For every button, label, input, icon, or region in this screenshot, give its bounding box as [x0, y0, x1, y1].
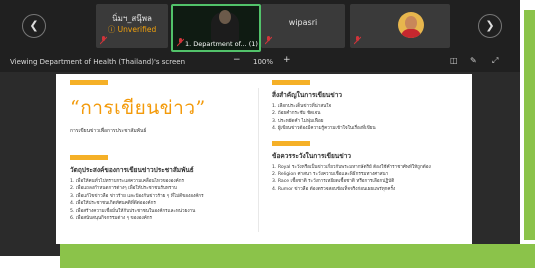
status-text: Unverified — [117, 25, 157, 34]
participant-tile[interactable]: wipasri — [261, 4, 345, 48]
avatar-face — [405, 16, 417, 30]
objectives-list: 1. เพื่อให้คนทั่วไปทราบกระแสความเคลื่อนไ… — [70, 178, 240, 222]
muted-mic-icon — [354, 36, 361, 45]
decorative-green-strip — [524, 10, 535, 240]
accent-bar — [272, 140, 310, 146]
muted-mic-icon — [100, 36, 107, 45]
column-divider — [258, 88, 259, 232]
zoom-out-button[interactable]: − — [233, 55, 241, 65]
list-item: 2. เพื่อแถลงกำหนดการต่างๆ เพื่อให้ประชาช… — [70, 186, 177, 192]
list-item: 4. ผู้เขียนข่าวต้องมีความรู้ความเข้าใจใน… — [272, 126, 376, 132]
list-item: 4. เพื่อให้ประชาชนเกิดทัศนคติที่ดีต่อองค… — [70, 201, 156, 207]
list-item: 4. Rumor ข่าวลือ ต้องตรวจสอบข้อเท็จจริงก… — [272, 186, 396, 192]
list-item: 1. เพื่อให้คนทั่วไปทราบกระแสความเคลื่อนไ… — [70, 179, 184, 184]
participant-tile[interactable] — [350, 4, 450, 48]
fullscreen-icon[interactable]: ⤢ — [492, 56, 498, 66]
accent-bar — [272, 80, 310, 85]
avatar-shirt — [401, 29, 421, 38]
muted-mic-icon — [177, 38, 184, 47]
participant-name: 1. Department of... (1) — [185, 40, 258, 48]
key-points-list: 1. เลือกประเด็นข่าวที่น่าสนใจ 2. ถ้อยคำก… — [272, 103, 462, 133]
list-item: 3. เพื่อแก้ไขข่าวลือ ข่าวร้าย และป้องกัน… — [70, 193, 204, 199]
chevron-right-icon[interactable]: ❯ — [478, 14, 502, 38]
avatar — [398, 12, 424, 38]
video-person-head — [219, 10, 231, 24]
list-item: 1. เลือกประเด็นข่าวที่น่าสนใจ — [272, 104, 332, 109]
section-heading: สิ่งสำคัญในการเขียนข่าว — [272, 91, 342, 99]
cautions-list: 1. Royal ระวังหรือเป็นข่าวเกี่ยวกับพระมห… — [272, 164, 462, 194]
list-item: 1. Royal ระวังหรือเป็นข่าวเกี่ยวกับพระมห… — [272, 164, 431, 170]
participants-bar: ❮ นิ่มฯ_สนุ๊พล ⓘ Unverified 1. Departmen… — [0, 0, 520, 52]
list-item: 3. ประหยัดคำ ไม่ฟุ่มเฟือย — [272, 118, 324, 124]
zoom-level: 100% — [253, 58, 274, 66]
accent-bar — [70, 80, 108, 85]
view-options-icon[interactable]: ◫ — [450, 56, 458, 65]
slide-title: “การเขียนข่าว” — [70, 97, 206, 119]
list-item: 6. เพื่อสนับสนุนกิจกรรมต่าง ๆ ขององค์กร — [70, 216, 153, 222]
section-heading: ข้อควรระวังในการเขียนข่าว — [272, 151, 351, 160]
meeting-window: ❮ นิ่มฯ_สนุ๊พล ⓘ Unverified 1. Departmen… — [0, 0, 520, 256]
chevron-left-icon[interactable]: ❮ — [22, 14, 46, 38]
accent-bar — [70, 155, 108, 160]
slide-subtitle: การเขียนข่าวเพื่อการประชาสัมพันธ์ — [70, 128, 147, 134]
decorative-green-bar — [60, 244, 535, 268]
screen-share-toolbar: Viewing Department of Health (Thailand)'… — [0, 52, 520, 72]
unverified-status: ⓘ Unverified — [107, 25, 157, 34]
list-item: 2. Religion ศาสนา ระวังความเชื่อและพิธีก… — [272, 172, 389, 178]
muted-mic-icon — [265, 36, 272, 45]
annotate-icon[interactable]: ✎ — [470, 56, 477, 65]
slide-left-column: “การเขียนข่าว” การเขียนข่าวเพื่อการประชา… — [70, 80, 240, 222]
slide-right-column: สิ่งสำคัญในการเขียนข่าว 1. เลือกประเด็นข… — [272, 80, 462, 193]
zoom-in-button[interactable]: + — [283, 55, 291, 65]
list-item: 2. ถ้อยคำกระชับ ชัดเจน — [272, 111, 321, 117]
participant-video-tile[interactable]: 1. Department of... (1) — [171, 4, 261, 52]
share-title: Viewing Department of Health (Thailand)'… — [10, 58, 186, 66]
shared-slide: “การเขียนข่าว” การเขียนข่าวเพื่อการประชา… — [56, 74, 472, 244]
participant-tile[interactable]: นิ่มฯ_สนุ๊พล ⓘ Unverified — [96, 4, 168, 48]
participant-name: wipasri — [288, 18, 318, 27]
section-heading: วัตถุประสงค์ของการเขียนข่าวประชาสัมพันธ์ — [70, 166, 194, 174]
list-item: 5. เพื่อสร้างความเชื่อมั่นให้กับประชาชนใ… — [70, 208, 196, 214]
list-item: 3. Race เชื้อชาติ ระวังการเหยียดเชื้อชาต… — [272, 179, 395, 185]
